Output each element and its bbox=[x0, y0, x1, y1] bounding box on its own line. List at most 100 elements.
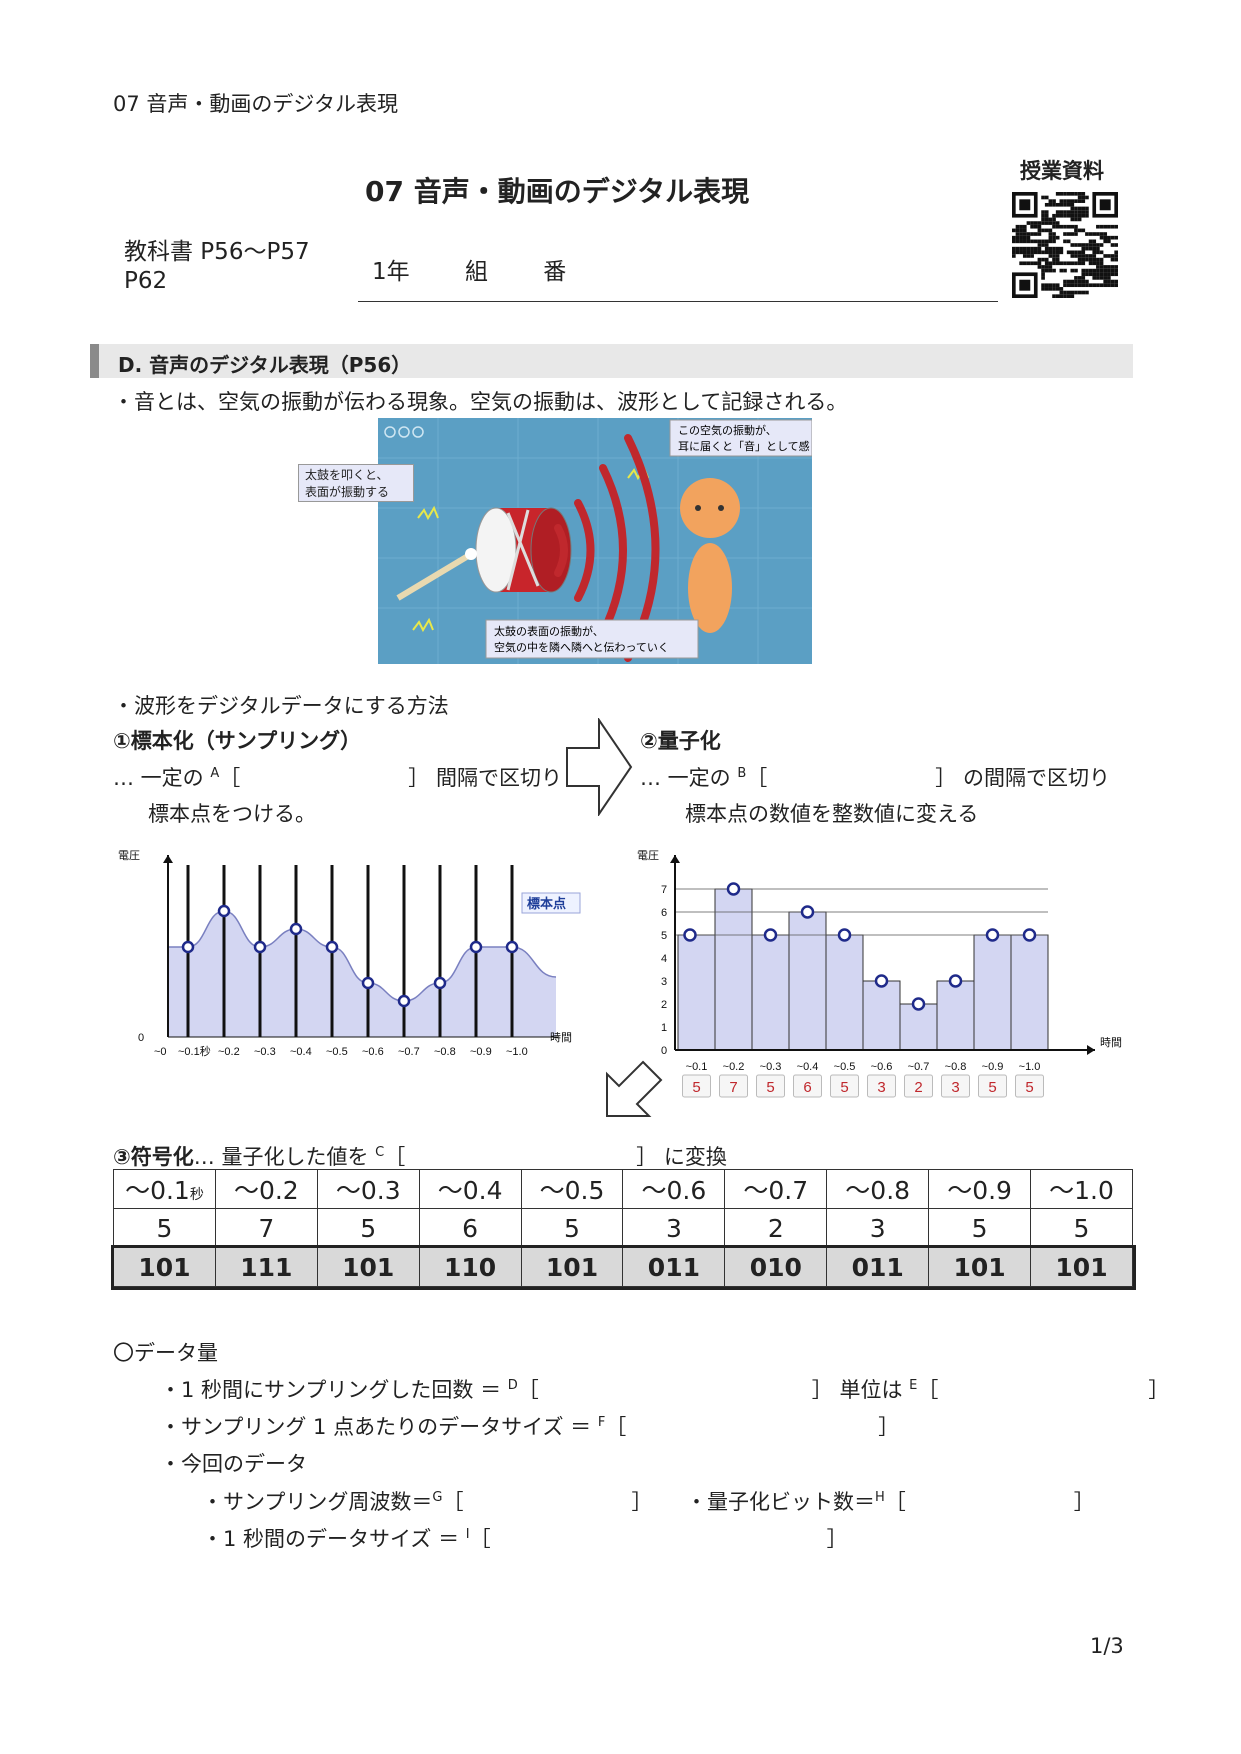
intro-text: ・音とは、空気の振動が伝わる現象。空気の振動は、波形として記録される。 bbox=[113, 390, 848, 414]
y-axis-label: 電圧 bbox=[637, 849, 659, 862]
quantized-point bbox=[837, 928, 852, 942]
sampling-chart: 電圧時間 0 ~0 ~0.1秒 ~0.2 ~0.3 ~0.4 ~0.5 ~0.6 ~0.7 ~0.8… bbox=[118, 849, 581, 1058]
binary-cell: 101 bbox=[316, 1247, 420, 1287]
quantized-point bbox=[985, 928, 1000, 942]
y-tick-label: 0 bbox=[661, 1045, 667, 1057]
y-tick-label: 3 bbox=[661, 976, 667, 988]
value-chip-label: 5 bbox=[840, 1079, 848, 1096]
sample-point bbox=[469, 940, 483, 954]
step1-line1: … 一定の A［ ］ 間隔で区切り bbox=[113, 766, 562, 790]
x-tick-label: ~0.7 bbox=[908, 1061, 930, 1073]
value-chip-label: 5 bbox=[1025, 1079, 1033, 1096]
quantized-point bbox=[726, 882, 741, 896]
quantized-point bbox=[800, 905, 815, 919]
y-axis-arrow bbox=[670, 855, 680, 863]
value-chip-label: 5 bbox=[766, 1079, 774, 1096]
y-tick-label: 4 bbox=[661, 953, 667, 965]
class-info: 1年 組 番 bbox=[372, 252, 614, 286]
sound-wave-illustration: この空気の振動が、 耳に届くと「音」として感じる 太鼓の表面の振動が、 空気の中… bbox=[378, 418, 812, 664]
sample-point bbox=[325, 940, 339, 954]
sample-point bbox=[181, 940, 195, 954]
time-cell: ～0.7 bbox=[724, 1169, 828, 1209]
quantized-bar bbox=[1010, 934, 1049, 1051]
x-tick-label: ~0.8 bbox=[945, 1061, 967, 1073]
quantized-bar bbox=[936, 980, 975, 1051]
quantized-bar bbox=[825, 934, 864, 1051]
down-left-arrow-icon bbox=[606, 1060, 663, 1117]
step3-line: ③符号化… 量子化した値を C［ ］ に変換 bbox=[113, 1145, 727, 1169]
quantized-bar bbox=[862, 980, 901, 1051]
quantized-point bbox=[874, 974, 889, 988]
page-number: 1/3 bbox=[1090, 1634, 1124, 1658]
bubble-drum: 太鼓を叩くと、 表面が振動する bbox=[298, 464, 414, 502]
data-amount-line4b: ・量子化ビット数＝H［ ］ bbox=[686, 1490, 1095, 1514]
annotation-label: 標本点 bbox=[527, 896, 566, 911]
quantized-bar bbox=[714, 888, 753, 1051]
y-axis-label: 電圧 bbox=[118, 849, 140, 862]
binary-cell: 101 bbox=[113, 1247, 216, 1287]
time-cell: ～0.3 bbox=[316, 1169, 420, 1209]
step1-title: ①標本化（サンプリング） bbox=[113, 729, 362, 753]
x-tick-label: ~0.1 bbox=[686, 1061, 708, 1073]
quantized-bar bbox=[751, 934, 790, 1051]
step2-title: ②量子化 bbox=[640, 729, 721, 753]
time-cell: ～0.2 bbox=[214, 1169, 318, 1209]
time-cell: ～0.4 bbox=[418, 1169, 522, 1209]
table-row-times: ～0.1秒 ～0.2 ～0.3 ～0.4 ～0.5 ～0.6 ～0.7 ～0.8 ～0.9 ～1.… bbox=[113, 1169, 1133, 1209]
y-tick-label: 1 bbox=[661, 1022, 667, 1034]
textbook-pages-2: P62 bbox=[124, 268, 168, 294]
section-marker bbox=[90, 344, 99, 378]
time-cell: ～0.1秒 bbox=[113, 1169, 216, 1209]
bubble-air-2: 空気の中を隣へ隣へと伝わっていく bbox=[494, 640, 669, 654]
sample-point bbox=[253, 940, 267, 954]
method-heading: ・波形をデジタルデータにする方法 bbox=[113, 694, 449, 718]
value-chip-label: 5 bbox=[988, 1079, 996, 1096]
y-tick-label: 2 bbox=[661, 999, 667, 1011]
bubble-drum-2: 表面が振動する bbox=[305, 485, 390, 499]
x-tick-label: ~0.9 bbox=[470, 1046, 492, 1058]
value-chip-label: 7 bbox=[729, 1079, 737, 1096]
sample-point bbox=[397, 994, 411, 1008]
x-origin-label: ~0 bbox=[154, 1046, 167, 1058]
quantized-bar bbox=[899, 1003, 938, 1051]
ban-label: 番 bbox=[543, 259, 567, 285]
quantized-point bbox=[948, 974, 963, 988]
value-chip-label: 5 bbox=[692, 1079, 700, 1096]
running-header: 07 音声・動画のデジタル表現 bbox=[113, 92, 398, 116]
quantized-bar bbox=[677, 934, 716, 1051]
value-cell: 6 bbox=[418, 1208, 522, 1248]
section-title: D. 音声のデジタル表現（P56） bbox=[118, 353, 412, 377]
y-axis-arrow bbox=[163, 855, 173, 863]
data-amount-heading: 〇データ量 bbox=[113, 1341, 218, 1365]
page-title: 07 音声・動画のデジタル表現 bbox=[365, 175, 750, 208]
y-tick-label: 0 bbox=[138, 1032, 144, 1044]
x-axis-label: 時間 bbox=[550, 1031, 572, 1044]
quantized-point bbox=[763, 928, 778, 942]
time-cell: ～0.8 bbox=[826, 1169, 930, 1209]
y-tick-label: 5 bbox=[661, 930, 667, 942]
x-tick-label: ~0.5 bbox=[326, 1046, 348, 1058]
binary-cell: 101 bbox=[928, 1247, 1032, 1287]
x-tick-label: ~0.3 bbox=[760, 1061, 782, 1073]
sample-point bbox=[289, 922, 303, 936]
step2-line2: 標本点の数値を整数値に変える bbox=[685, 802, 979, 826]
bubble-drum-1: 太鼓を叩くと、 bbox=[305, 468, 389, 482]
value-cell: 5 bbox=[113, 1208, 216, 1248]
bubble-air-1: 太鼓の表面の振動が、 bbox=[494, 624, 604, 638]
time-cell: ～1.0 bbox=[1030, 1169, 1133, 1209]
x-tick-label: ~0.6 bbox=[362, 1046, 384, 1058]
data-amount-line2: ・サンプリング 1 点あたりのデータサイズ ＝ F［ ］ bbox=[160, 1415, 900, 1439]
binary-cell: 111 bbox=[214, 1247, 318, 1287]
x-tick-label: ~1.0 bbox=[506, 1046, 528, 1058]
step2-line1: … 一定の B［ ］ の間隔で区切り bbox=[640, 766, 1110, 790]
x-tick-label: ~0.4 bbox=[797, 1061, 819, 1073]
x-tick-label: ~0.5 bbox=[834, 1061, 856, 1073]
value-cell: 2 bbox=[724, 1208, 828, 1248]
table-row-binary: 101 111 101 110 101 011 010 011 101 101 bbox=[110, 1244, 1136, 1290]
section-heading: D. 音声のデジタル表現（P56） bbox=[90, 344, 1133, 378]
value-chip-label: 2 bbox=[914, 1079, 922, 1096]
x-tick-label: ~0.2 bbox=[218, 1046, 240, 1058]
qr-code-icon[interactable] bbox=[1012, 192, 1118, 298]
right-arrow-icon bbox=[566, 718, 633, 816]
kumi-label: 組 bbox=[464, 259, 488, 285]
